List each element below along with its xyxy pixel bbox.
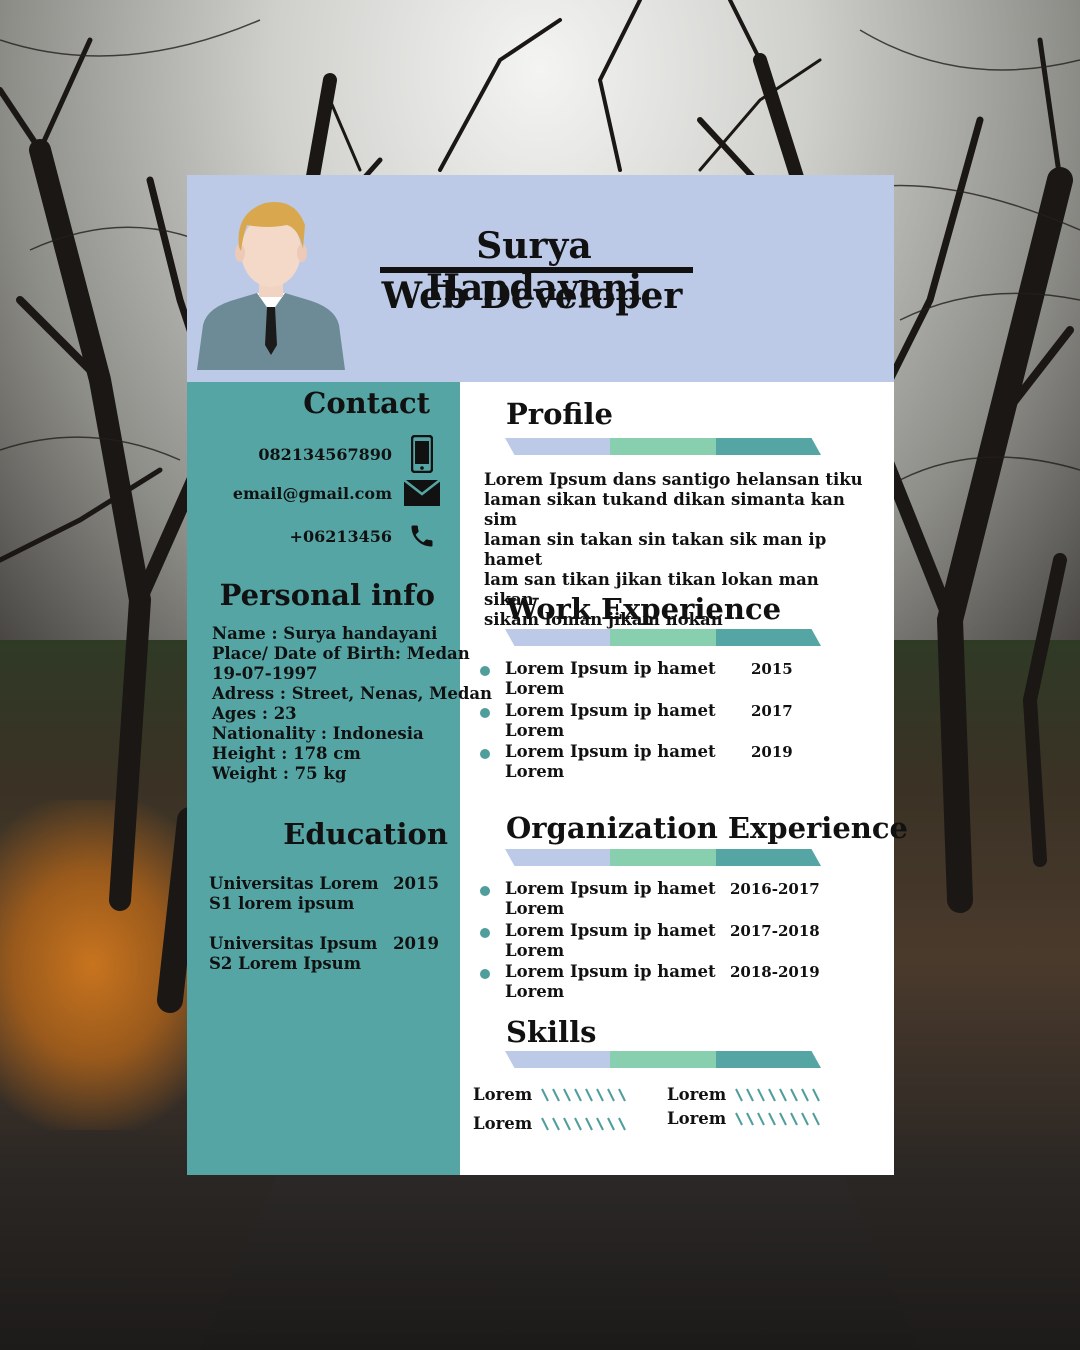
work-sub: Lorem <box>505 720 565 740</box>
education-heading: Education <box>283 817 448 851</box>
profile-line: Lorem Ipsum dans santigo helansan tiku <box>484 470 863 489</box>
organization-sub: Lorem <box>505 899 565 918</box>
resume-role: Web Developer <box>381 275 683 317</box>
organization-year: 2016-2017 <box>730 880 820 898</box>
work-year: 2019 <box>751 743 793 761</box>
profile-line: laman sikan tukand dikan simanta kan sim <box>484 490 845 529</box>
resume-sheet: Surya Handayani Web Developer Contact 08… <box>187 175 908 1175</box>
organization-experience-item: Lorem Ipsum ip hamet 2017-2018 Lorem <box>480 921 860 963</box>
work-year: 2015 <box>751 660 793 678</box>
contact-email: email@gmail.com <box>232 483 392 503</box>
skill-level-hatch-icon <box>541 1117 627 1130</box>
organization-divider-bar <box>505 849 821 866</box>
skill-label: Lorem <box>667 1085 727 1104</box>
personal-info-line: Height : 178 cm <box>212 744 361 763</box>
contact-phone: 082134567890 <box>258 444 392 464</box>
education-year: 2015 <box>393 874 439 893</box>
profile-line: laman sin takan sin takan sik man ip ham… <box>484 530 827 569</box>
envelope-icon <box>404 474 440 512</box>
skill-level-hatch-icon <box>541 1088 627 1101</box>
bullet-dot <box>480 969 490 979</box>
organization-title: Lorem Ipsum ip hamet <box>505 962 716 981</box>
work-title: Lorem Ipsum ip hamet <box>505 742 716 761</box>
profile-divider-bar <box>505 438 821 455</box>
work-sub: Lorem <box>505 679 565 698</box>
skill-label: Lorem <box>667 1109 727 1128</box>
skills-heading: Skills <box>506 1015 597 1049</box>
phone-handset-icon <box>404 517 440 555</box>
education-degree: S1 lorem ipsum <box>209 894 355 913</box>
organization-experience-item: Lorem Ipsum ip hamet 2018-2019 Lorem <box>480 962 860 1004</box>
skill-item: Lorem <box>667 1085 821 1104</box>
organization-sub: Lorem <box>505 982 565 1001</box>
work-title: Lorem Ipsum ip hamet <box>505 659 716 678</box>
work-experience-list: Lorem Ipsum ip hamet 2015 Lorem Lorem Ip… <box>480 659 860 784</box>
work-experience-item: Lorem Ipsum ip hamet 2017 Lorem <box>480 701 860 743</box>
name-underline <box>380 267 693 273</box>
organization-title: Lorem Ipsum ip hamet <box>505 920 716 940</box>
skill-label: Lorem <box>473 1085 533 1104</box>
skill-item: Lorem <box>667 1109 821 1128</box>
organization-experience-item: Lorem Ipsum ip hamet 2016-2017 Lorem <box>480 879 860 921</box>
work-experience-divider-bar <box>505 629 821 646</box>
skill-level-hatch-icon <box>735 1088 821 1101</box>
resume-sidebar: Contact 082134567890 email@gmail.com +06… <box>187 382 492 1175</box>
bullet-dot <box>480 749 490 759</box>
profile-heading: Profile <box>506 397 613 431</box>
smartphone-icon <box>404 435 440 473</box>
organization-title: Lorem Ipsum ip hamet <box>505 879 716 898</box>
person-avatar-icon <box>197 201 345 370</box>
personal-info-list: Name : Surya handayani Place/ Date of Bi… <box>212 624 492 784</box>
personal-info-line: Place/ Date of Birth: Medan <box>212 644 470 663</box>
personal-info-line: 19-07-1997 <box>212 664 318 683</box>
work-experience-item: Lorem Ipsum ip hamet 2015 Lorem <box>480 659 860 701</box>
bullet-dot <box>480 707 490 718</box>
personal-info-line: Adress : Street, Nenas, Medan <box>212 684 493 703</box>
work-experience-item: Lorem Ipsum ip hamet 2019 Lorem <box>480 742 860 784</box>
personal-info-line: Ages : 23 <box>212 704 297 723</box>
skill-label: Lorem <box>473 1114 533 1133</box>
contact-email-row: email@gmail.com <box>233 473 440 513</box>
work-sub: Lorem <box>505 762 565 781</box>
personal-info-heading: Personal info <box>219 578 435 612</box>
education-item: Universitas Ipsum 2019 S2 Lorem Ipsum <box>209 934 439 974</box>
education-degree: S2 Lorem Ipsum <box>209 954 362 973</box>
bullet-dot <box>480 666 490 676</box>
organization-sub: Lorem <box>505 940 565 960</box>
work-title: Lorem Ipsum ip hamet <box>505 700 716 720</box>
education-item: Universitas Lorem 2015 S1 lorem ipsum <box>209 874 439 914</box>
skill-item: Lorem <box>473 1085 627 1104</box>
organization-experience-list: Lorem Ipsum ip hamet 2016-2017 Lorem Lor… <box>480 879 860 1004</box>
personal-info-line: Nationality : Indonesia <box>212 724 424 743</box>
contact-heading: Contact <box>303 386 430 420</box>
resume-header: Surya Handayani Web Developer <box>187 175 894 382</box>
skill-level-hatch-icon <box>735 1112 821 1125</box>
contact-telephone-row: +06213456 <box>290 516 440 556</box>
personal-info-line: Weight : 75 kg <box>212 764 347 783</box>
organization-year: 2017-2018 <box>730 921 820 940</box>
education-year: 2019 <box>393 934 439 953</box>
education-school: Universitas Ipsum <box>209 934 378 953</box>
contact-telephone: +06213456 <box>289 526 392 546</box>
contact-phone-row: 082134567890 <box>258 434 440 474</box>
skill-item: Lorem <box>473 1114 627 1133</box>
personal-info-line: Name : Surya handayani <box>212 624 438 643</box>
education-school: Universitas Lorem <box>209 874 379 893</box>
bullet-dot <box>480 886 490 896</box>
skills-divider-bar <box>505 1051 821 1068</box>
bullet-dot <box>480 927 490 938</box>
organization-year: 2018-2019 <box>730 963 820 981</box>
organization-experience-heading: Organization Experience <box>506 811 908 845</box>
work-year: 2017 <box>751 701 793 720</box>
work-experience-heading: Work Experience <box>506 592 782 626</box>
